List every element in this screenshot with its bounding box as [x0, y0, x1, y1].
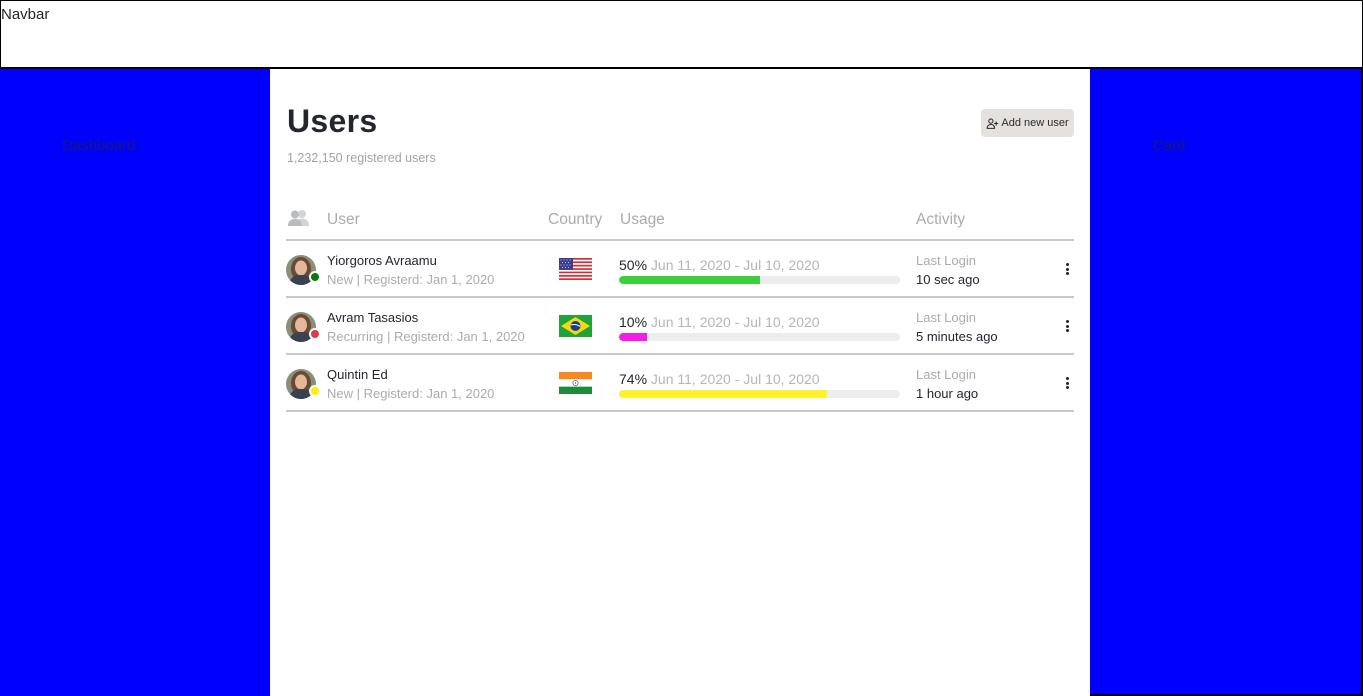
add-new-user-button[interactable]: Add new user — [981, 109, 1074, 137]
status-indicator — [309, 385, 321, 397]
user-meta: New | Registerd: Jan 1, 2020 — [327, 272, 495, 287]
usage-progress-bar — [619, 276, 900, 284]
usage-percent: 10% — [619, 314, 648, 330]
row-menu-button[interactable] — [1061, 375, 1073, 391]
user-meta: New | Registerd: Jan 1, 2020 — [327, 386, 495, 401]
sidebar-link-dashboard[interactable]: Dashboard — [62, 137, 135, 154]
flag-us-icon — [559, 258, 592, 280]
registered-users-count: 1,232,150 registered users — [287, 151, 436, 165]
usage-progress-bar — [619, 390, 900, 398]
more-vertical-icon — [1065, 263, 1069, 266]
activity-value: 1 hour ago — [916, 386, 979, 401]
user-name: Avram Tasasios — [327, 310, 419, 325]
column-header-country: Country — [548, 211, 603, 228]
add-new-user-label: Add new user — [1001, 117, 1069, 129]
left-sidebar: Dashboard — [0, 69, 270, 696]
navbar: Navbar — [0, 0, 1363, 69]
users-icon — [287, 209, 311, 232]
activity-label: Last Login — [916, 310, 976, 325]
table-row: Quintin Ed New | Registerd: Jan 1, 2020 … — [286, 355, 1074, 412]
activity-value: 5 minutes ago — [916, 329, 998, 344]
usage-percent: 74% — [619, 371, 648, 387]
user-meta: Recurring | Registerd: Jan 1, 2020 — [327, 329, 525, 344]
table-header: User Country Usage Activity — [286, 207, 1074, 241]
column-header-activity: Activity — [916, 211, 966, 228]
usage-summary: 50% Jun 11, 2020 - Jul 10, 2020 — [619, 257, 820, 273]
page-title: Users — [287, 103, 378, 139]
table-row: Yiorgoros Avraamu New | Registerd: Jan 1… — [286, 241, 1074, 298]
usage-date-range: Jun 11, 2020 - Jul 10, 2020 — [650, 371, 820, 387]
usage-summary: 10% Jun 11, 2020 - Jul 10, 2020 — [619, 314, 820, 330]
usage-summary: 74% Jun 11, 2020 - Jul 10, 2020 — [619, 371, 820, 387]
column-header-usage: Usage — [620, 211, 665, 228]
usage-date-range: Jun 11, 2020 - Jul 10, 2020 — [650, 314, 820, 330]
user-plus-icon — [987, 117, 999, 129]
usage-progress-fill — [619, 390, 827, 398]
flag-in-icon — [559, 372, 592, 394]
usage-percent: 50% — [619, 257, 648, 273]
more-vertical-icon — [1065, 320, 1069, 323]
flag-br-icon — [559, 315, 592, 337]
status-indicator — [309, 328, 321, 340]
row-menu-button[interactable] — [1061, 261, 1073, 277]
main-content: Users 1,232,150 registered users Add new… — [270, 69, 1090, 696]
activity-label: Last Login — [916, 367, 976, 382]
activity-label: Last Login — [916, 253, 976, 268]
column-header-user: User — [327, 211, 360, 228]
navbar-label: Navbar — [1, 6, 50, 23]
usage-progress-fill — [619, 276, 760, 284]
table-row: Avram Tasasios Recurring | Registerd: Ja… — [286, 298, 1074, 355]
user-name: Quintin Ed — [327, 367, 388, 382]
usage-progress-bar — [619, 333, 900, 341]
usage-progress-fill — [619, 333, 648, 341]
card-label: Card — [1153, 137, 1186, 154]
user-name: Yiorgoros Avraamu — [327, 253, 437, 268]
status-indicator — [309, 271, 321, 283]
more-vertical-icon — [1065, 377, 1069, 380]
activity-value: 10 sec ago — [916, 272, 980, 287]
usage-date-range: Jun 11, 2020 - Jul 10, 2020 — [650, 257, 820, 273]
right-sidebar: Card — [1090, 69, 1363, 696]
row-menu-button[interactable] — [1061, 318, 1073, 334]
